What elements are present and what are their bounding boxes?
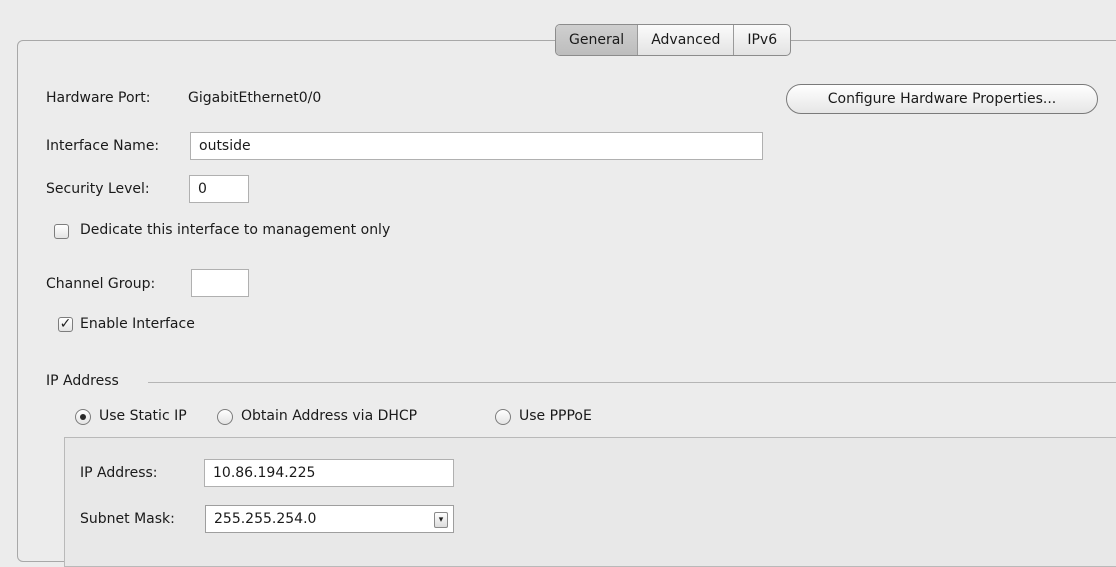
tab-general[interactable]: General	[556, 25, 639, 55]
security-level-field[interactable]	[189, 175, 249, 203]
chevron-down-icon[interactable]: ▾	[434, 512, 448, 528]
configure-hardware-properties-button[interactable]: Configure Hardware Properties...	[786, 84, 1098, 114]
channel-group-field[interactable]	[191, 269, 249, 297]
ip-address-group-title: IP Address	[46, 373, 119, 389]
obtain-address-dhcp-radio[interactable]	[217, 409, 233, 425]
radio-selected-dot	[80, 414, 86, 420]
ip-address-label: IP Address:	[80, 465, 158, 481]
use-pppoe-label: Use PPPoE	[519, 408, 592, 424]
enable-interface-checkbox[interactable]: ✓	[58, 317, 73, 332]
hardware-port-label: Hardware Port:	[46, 90, 151, 106]
subnet-mask-select[interactable]: 255.255.254.0 ▾	[205, 505, 454, 533]
interface-name-label: Interface Name:	[46, 138, 160, 154]
use-static-ip-radio[interactable]	[75, 409, 91, 425]
checkmark-icon: ✓	[59, 316, 72, 332]
tab-advanced[interactable]: Advanced	[638, 25, 735, 55]
subnet-mask-label: Subnet Mask:	[80, 511, 175, 527]
enable-interface-label: Enable Interface	[80, 316, 195, 332]
management-only-label: Dedicate this interface to management on…	[80, 222, 391, 238]
tab-ipv6[interactable]: IPv6	[734, 25, 790, 55]
interface-name-field[interactable]	[190, 132, 763, 160]
hardware-port-value: GigabitEthernet0/0	[188, 90, 322, 106]
tab-bar: General Advanced IPv6	[555, 24, 792, 56]
security-level-label: Security Level:	[46, 181, 150, 197]
use-static-ip-label: Use Static IP	[99, 408, 187, 424]
subnet-mask-value: 255.255.254.0	[214, 511, 317, 527]
use-pppoe-radio[interactable]	[495, 409, 511, 425]
channel-group-label: Channel Group:	[46, 276, 156, 292]
group-divider	[148, 382, 1116, 383]
obtain-address-dhcp-label: Obtain Address via DHCP	[241, 408, 418, 424]
management-only-checkbox[interactable]	[54, 224, 69, 239]
ip-address-field[interactable]	[204, 459, 454, 487]
